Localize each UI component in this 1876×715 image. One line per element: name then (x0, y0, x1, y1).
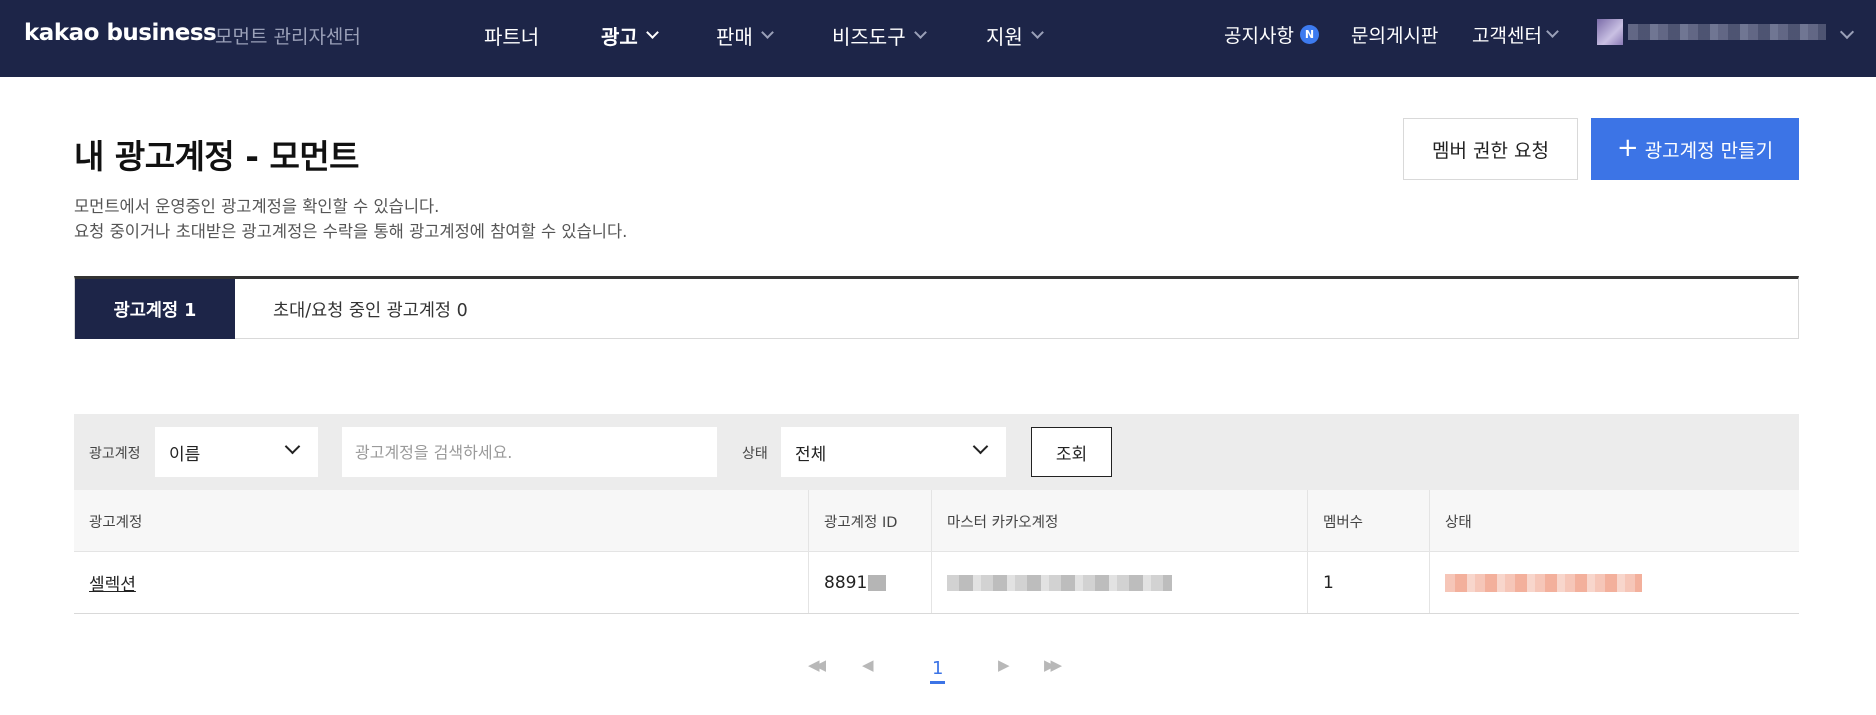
last-page-icon[interactable]: ▶▶ (1044, 656, 1062, 674)
status-filter-label: 상태 (742, 446, 768, 462)
column-header-account: 광고계정 (89, 514, 143, 531)
cell-status (1429, 552, 1799, 613)
next-page-icon[interactable]: ▶ (998, 656, 1010, 674)
member-permission-request-label: 멤버 권한 요청 (1432, 139, 1549, 162)
chevron-down-icon (1546, 25, 1559, 38)
customer-center-label: 고객센터 (1472, 25, 1542, 47)
new-badge: N (1299, 25, 1319, 44)
chevron-down-icon (645, 26, 659, 39)
redacted-id-digits (868, 574, 887, 591)
service-name[interactable]: 모먼트 관리자센터 (215, 22, 361, 49)
status-select-value: 전체 (795, 444, 827, 465)
nav-biz-tools[interactable]: 비즈도구 (832, 21, 927, 50)
account-name-link[interactable]: 셀렉션 (89, 570, 136, 595)
chevron-down-icon (972, 438, 989, 455)
account-id-value: 8891 (824, 572, 868, 593)
redacted-account-name[interactable] (1628, 24, 1826, 40)
plus-icon: + (1616, 132, 1639, 163)
status-select[interactable]: 전체 (781, 427, 1006, 477)
member-count-value: 1 (1323, 572, 1334, 593)
global-nav-bar: kakao business 모먼트 관리자센터 파트너 광고 판매 비즈도구 … (0, 0, 1876, 77)
column-header-master-account: 마스터 카카오계정 (931, 490, 1307, 552)
nav-partner-label: 파트너 (484, 25, 540, 49)
account-field-select-value: 이름 (169, 444, 201, 465)
prev-page-icon[interactable]: ◀ (862, 656, 874, 674)
chevron-down-icon (1030, 26, 1044, 39)
account-filter-label: 광고계정 (89, 446, 141, 462)
create-ad-account-button[interactable]: + 광고계정 만들기 (1591, 118, 1799, 180)
customer-center-link[interactable]: 고객센터 (1472, 21, 1559, 48)
page-number-current[interactable]: 1 (930, 658, 946, 684)
table-header: 광고계정 광고계정 ID 마스터 카카오계정 멤버수 상태 (74, 490, 1799, 552)
page-description-line-1: 모먼트에서 운영중인 광고계정을 확인할 수 있습니다. (74, 197, 440, 216)
search-button[interactable]: 조회 (1031, 427, 1112, 477)
chevron-down-icon (760, 26, 774, 39)
search-filter-bar: 광고계정 이름 상태 전체 조회 (74, 414, 1799, 490)
nav-partner[interactable]: 파트너 (484, 21, 539, 50)
redacted-master-account (947, 574, 1172, 591)
account-field-select[interactable]: 이름 (155, 427, 318, 477)
account-tabs: 광고계정 1 초대/요청 중인 광고계정 0 (74, 276, 1799, 339)
chevron-down-icon (913, 26, 927, 39)
member-permission-request-button[interactable]: 멤버 권한 요청 (1403, 118, 1578, 180)
notice-label: 공지사항 (1224, 25, 1294, 47)
column-header-status: 상태 (1429, 490, 1799, 552)
redacted-status (1445, 573, 1642, 592)
page-description-line-2: 요청 중이거나 초대받은 광고계정은 수락을 통해 광고계정에 참여할 수 있습… (74, 222, 628, 241)
cell-account-id: 8891 (808, 552, 931, 613)
account-search-input[interactable] (342, 427, 717, 477)
chevron-down-icon (284, 438, 301, 455)
nav-support-label: 지원 (986, 25, 1023, 49)
tab-ad-accounts-label: 광고계정 1 (113, 300, 197, 321)
nav-ad[interactable]: 광고 (601, 21, 659, 50)
avatar[interactable] (1597, 19, 1623, 45)
nav-biz-tools-label: 비즈도구 (832, 25, 906, 49)
chevron-down-icon[interactable] (1839, 24, 1855, 40)
tab-ad-accounts[interactable]: 광고계정 1 (75, 279, 235, 339)
nav-sales-label: 판매 (716, 25, 753, 49)
column-header-member-count: 멤버수 (1307, 490, 1429, 552)
nav-support[interactable]: 지원 (986, 21, 1044, 50)
create-ad-account-label: 광고계정 만들기 (1644, 139, 1774, 162)
tab-invited-label: 초대/요청 중인 광고계정 0 (273, 301, 468, 321)
cell-account-name: 셀렉션 (74, 552, 808, 613)
kakao-business-logo[interactable]: kakao business (24, 20, 217, 46)
first-page-icon[interactable]: ◀◀ (808, 656, 826, 674)
cell-member-count: 1 (1307, 552, 1429, 613)
inquiry-label: 문의게시판 (1351, 25, 1439, 47)
tab-invited-requested-accounts[interactable]: 초대/요청 중인 광고계정 0 (273, 297, 468, 322)
nav-ad-label: 광고 (601, 25, 638, 49)
page-title: 내 광고계정 - 모먼트 (74, 137, 360, 176)
column-header-account-id: 광고계정 ID (808, 490, 931, 552)
nav-sales[interactable]: 판매 (716, 21, 774, 50)
notice-link[interactable]: 공지사항 N (1224, 21, 1319, 48)
cell-master-account (931, 552, 1307, 613)
inquiry-board-link[interactable]: 문의게시판 (1351, 21, 1438, 48)
table-row: 셀렉션 8891 1 (74, 552, 1799, 614)
